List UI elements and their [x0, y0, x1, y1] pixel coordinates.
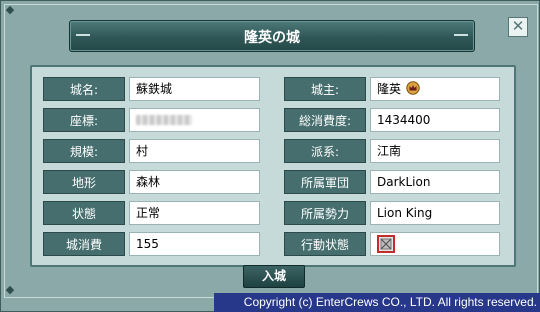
coordinates-value: [129, 108, 260, 132]
castle-owner-value: 隆英: [370, 77, 500, 101]
close-button[interactable]: ✕: [508, 17, 528, 37]
scale-value: 村: [129, 139, 260, 163]
legion-value: DarkLion: [370, 170, 500, 194]
field-label: 状態: [43, 201, 125, 225]
field-label: 所属勢力: [284, 201, 366, 225]
field-label: 城消費: [43, 232, 125, 256]
castle-name-value: 蘇鉄城: [129, 77, 260, 101]
owner-name[interactable]: 隆英: [377, 82, 401, 96]
crown-icon: [406, 81, 420, 95]
title-bar: 隆英の城: [69, 20, 475, 52]
copyright-notice: Copyright (c) EnterCrews CO., LTD. All r…: [214, 293, 540, 312]
status-value: 正常: [129, 201, 260, 225]
castle-info-panel: 城名: 蘇鉄城 座標: 規模: 村 地形 森林 状態 正常 城消費 155 城主…: [30, 65, 516, 267]
disabled-status-icon: [377, 235, 395, 253]
action-state-value: [370, 232, 500, 256]
field-label: 規模:: [43, 139, 125, 163]
terrain-value: 森林: [129, 170, 260, 194]
field-label: 行動状態: [284, 232, 366, 256]
field-label: 派系:: [284, 139, 366, 163]
castle-consumption-value: 155: [129, 232, 260, 256]
faction-value: 江南: [370, 139, 500, 163]
blurred-coordinates: [136, 115, 192, 125]
field-label: 地形: [43, 170, 125, 194]
corner-ornament-icon: ◆: [5, 3, 15, 16]
field-label: 城主:: [284, 77, 366, 101]
field-label: 城名:: [43, 77, 125, 101]
force-value: Lion King: [370, 201, 500, 225]
total-consumption-value: 1434400: [370, 108, 500, 132]
corner-ornament-icon: ◆: [5, 283, 15, 296]
field-label: 座標:: [43, 108, 125, 132]
field-label: 所属軍団: [284, 170, 366, 194]
close-icon: ✕: [511, 17, 525, 35]
field-label: 総消費度:: [284, 108, 366, 132]
window-title: 隆英の城: [244, 30, 300, 46]
castle-info-window: ◆ ◆ 隆英の城 ✕ 城名: 蘇鉄城 座標: 規模: 村 地形 森林 状態 正常…: [0, 0, 540, 312]
enter-castle-button[interactable]: 入城: [243, 265, 305, 288]
